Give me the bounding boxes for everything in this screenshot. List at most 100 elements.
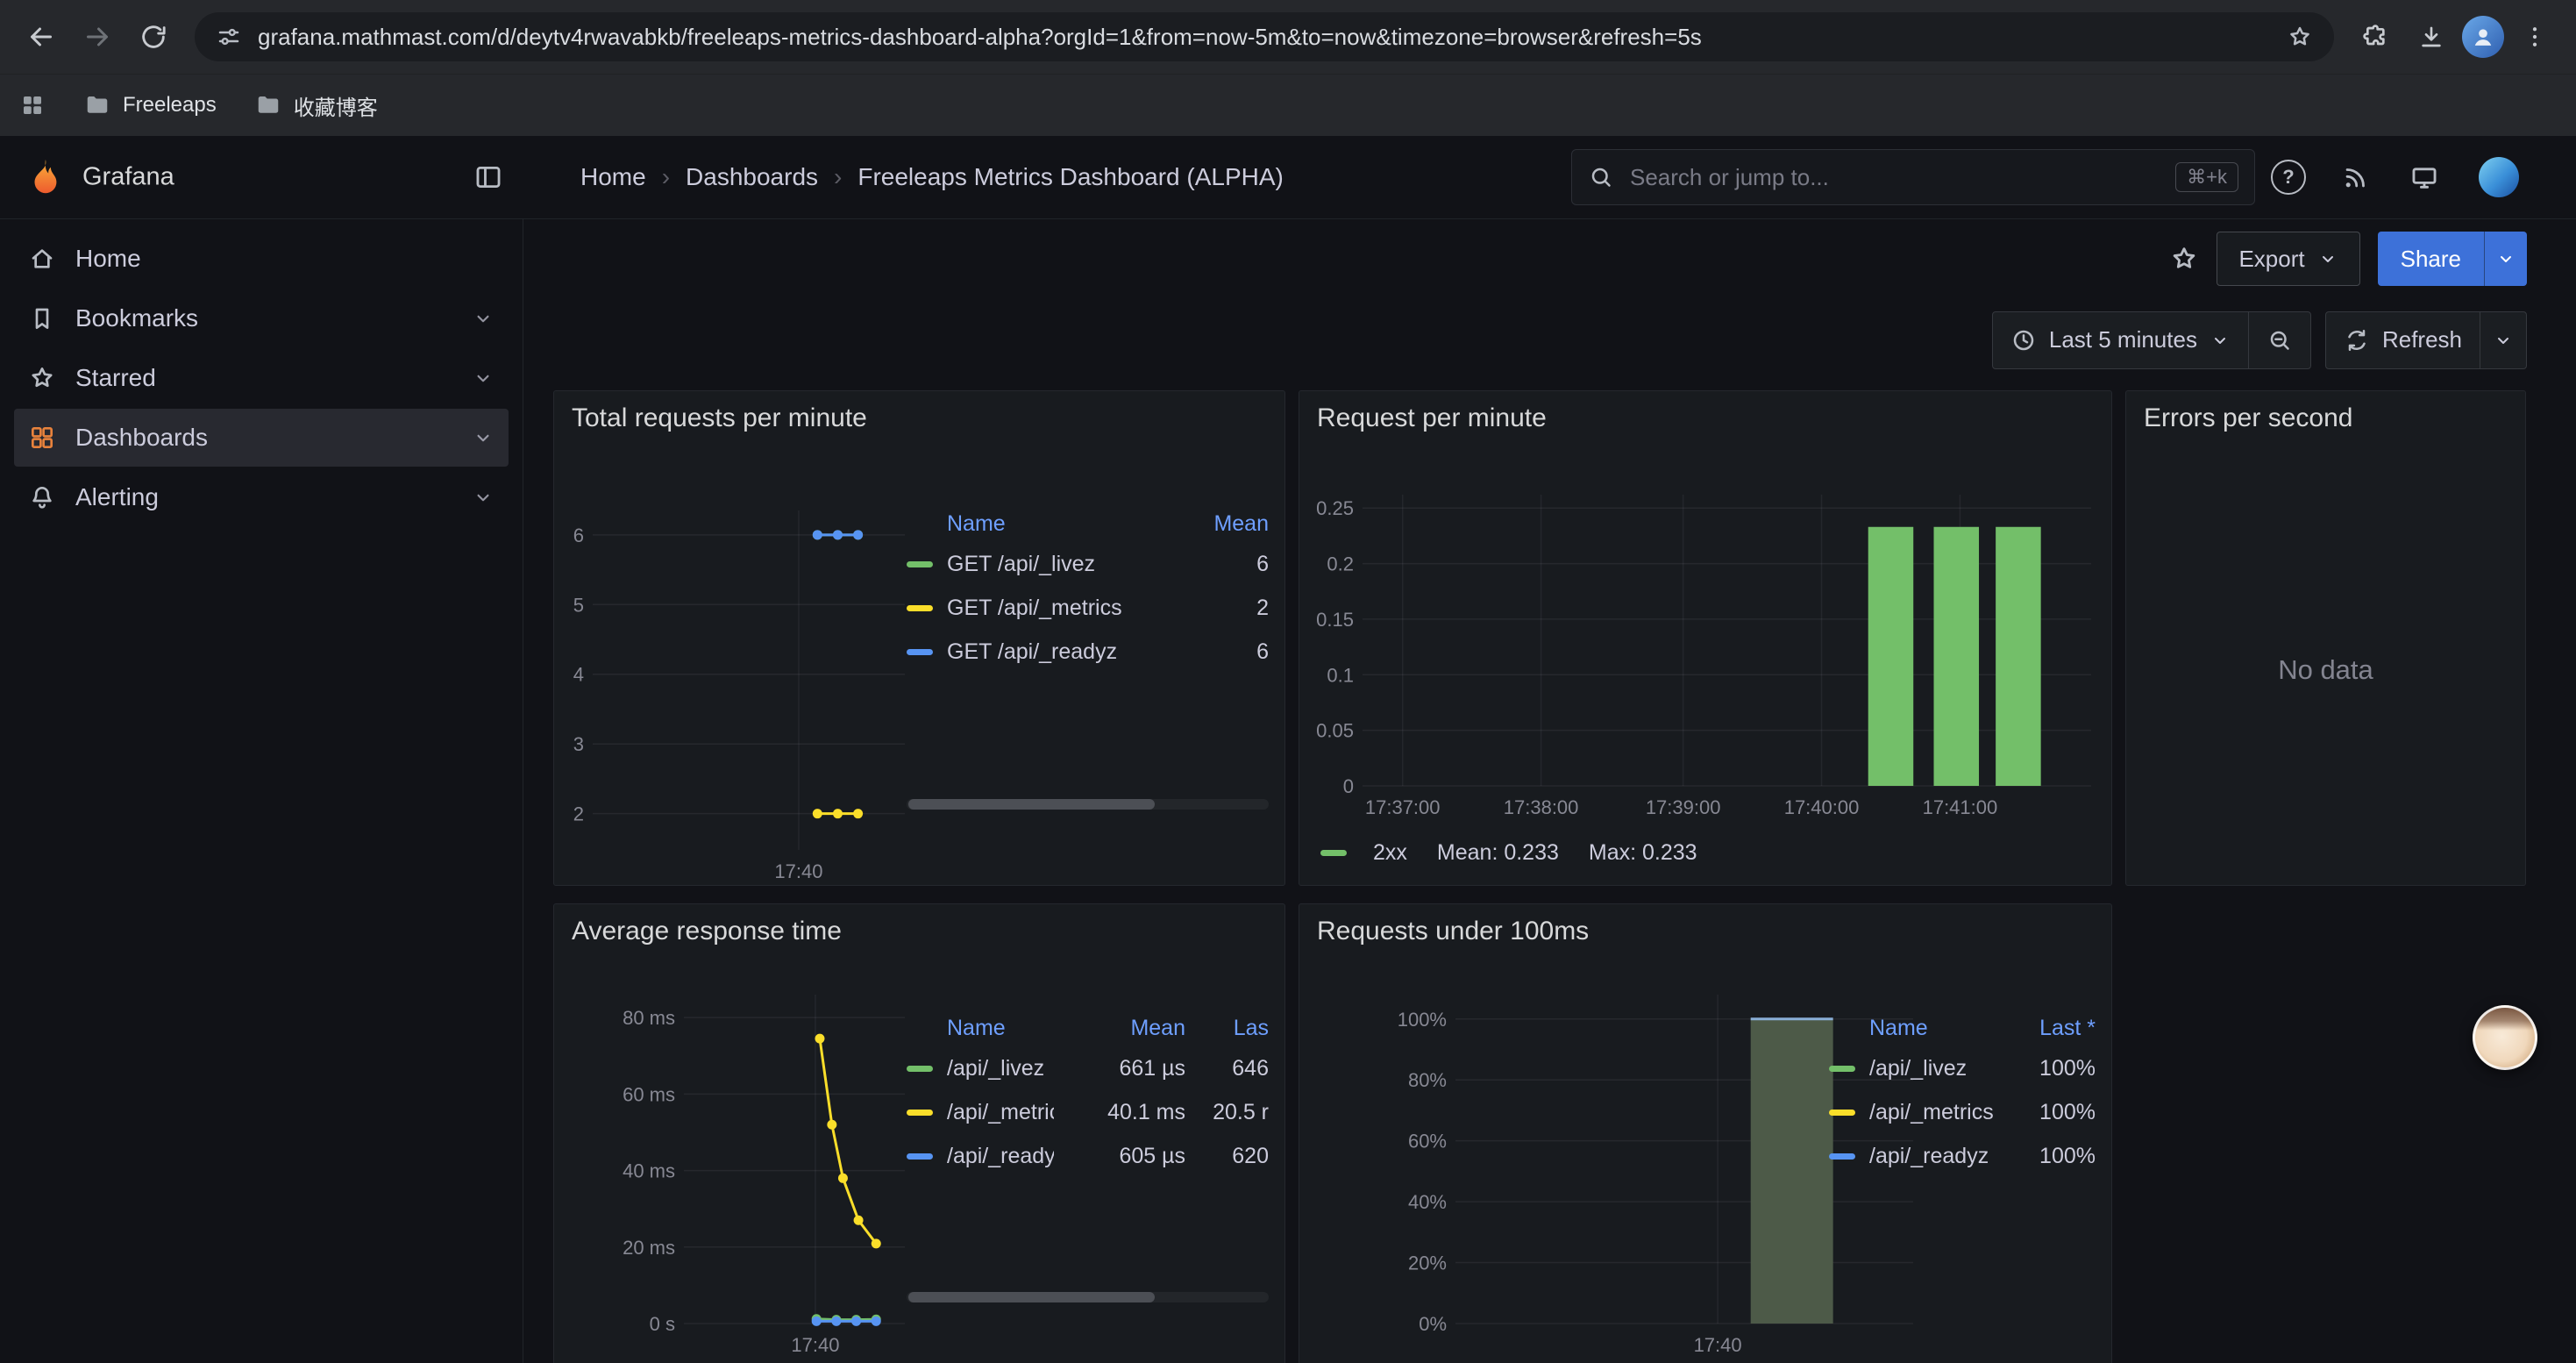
bookmark-label: Freeleaps xyxy=(123,93,217,118)
rss-icon[interactable] xyxy=(2341,162,2371,192)
site-info-icon[interactable] xyxy=(216,24,242,50)
legend-row[interactable]: GET /api/_metrics 2 xyxy=(907,586,1269,630)
sidebar-item-dashboards[interactable]: Dashboards xyxy=(14,409,509,467)
series-name: /api/_readyz xyxy=(947,1144,1054,1169)
panel-title[interactable]: Request per minute xyxy=(1317,403,1547,433)
svg-text:0.25: 0.25 xyxy=(1316,497,1354,519)
legend-table: Name Last * /api/_livez 100% /api/_metri… xyxy=(1829,1010,2096,1178)
series-name: /api/_metrics xyxy=(947,1100,1054,1125)
series-last: 620 xyxy=(1185,1144,1269,1169)
refresh-button[interactable]: Refresh xyxy=(2326,312,2480,368)
panel-title[interactable]: Total requests per minute xyxy=(572,403,867,433)
scrollbar-thumb[interactable] xyxy=(908,799,1155,810)
help-icon[interactable]: ? xyxy=(2271,160,2306,195)
panel-title[interactable]: Requests under 100ms xyxy=(1317,917,1589,946)
panel-request-per-minute: Request per minute 00.050.10.150.20.2517… xyxy=(1299,390,2112,886)
share-button-label[interactable]: Share xyxy=(2378,232,2484,286)
main-content: Export Share Last 5 mi xyxy=(523,219,2576,1363)
time-range-picker[interactable]: Last 5 minutes xyxy=(1993,312,2248,368)
scrollbar-thumb[interactable] xyxy=(908,1292,1155,1302)
legend-scrollbar[interactable] xyxy=(907,799,1269,810)
series-mean: 6 xyxy=(1163,552,1269,577)
bookmark-item-freeleaps[interactable]: Freeleaps xyxy=(84,92,217,118)
legend-row[interactable]: /api/_livez 100% xyxy=(1829,1046,2096,1090)
browser-menu-icon[interactable] xyxy=(2509,11,2560,62)
sidebar-item-home[interactable]: Home xyxy=(14,230,509,288)
folder-icon xyxy=(255,92,281,118)
grafana-brand[interactable]: Grafana xyxy=(82,163,174,192)
sidebar-item-bookmarks[interactable]: Bookmarks xyxy=(14,289,509,347)
total-requests-chart[interactable]: 2345617:40 xyxy=(561,503,912,886)
search-box[interactable]: ⌘+k xyxy=(1571,149,2255,205)
url-bar[interactable] xyxy=(195,12,2334,61)
sidebar-item-label: Dashboards xyxy=(75,424,208,452)
series-name: /api/_readyz xyxy=(1869,1144,1999,1169)
url-input[interactable] xyxy=(256,23,2273,52)
average-response-time-chart[interactable]: 0 s20 ms40 ms60 ms80 ms17:40 xyxy=(561,988,912,1363)
browser-profile-avatar[interactable] xyxy=(2462,16,2504,58)
legend-row[interactable]: /api/_livez 661 µs 646 xyxy=(907,1046,1269,1090)
chevron-down-icon[interactable] xyxy=(472,486,495,509)
requests-under-100ms-chart[interactable]: 0%20%40%60%80%100%17:40 xyxy=(1306,988,1920,1363)
legend-header-name[interactable]: Name xyxy=(947,1016,1054,1041)
chevron-down-icon[interactable] xyxy=(472,367,495,389)
refresh-interval-dropdown[interactable] xyxy=(2480,312,2526,368)
legend-scrollbar[interactable] xyxy=(907,1292,1269,1302)
legend-header-last[interactable]: Las xyxy=(1185,1016,1269,1041)
back-icon[interactable] xyxy=(16,11,67,62)
svg-text:17:38:00: 17:38:00 xyxy=(1504,796,1579,818)
series-name: GET /api/_metrics xyxy=(947,596,1163,621)
monitor-icon[interactable] xyxy=(2409,162,2439,192)
export-button-label: Export xyxy=(2238,246,2304,273)
legend-header-name[interactable]: Name xyxy=(947,511,1163,537)
downloads-icon[interactable] xyxy=(2406,11,2457,62)
legend-header-mean[interactable]: Mean xyxy=(1163,511,1269,537)
legend-row[interactable]: GET /api/_readyz 6 xyxy=(907,630,1269,674)
legend-row[interactable]: /api/_readyz 605 µs 620 xyxy=(907,1134,1269,1178)
search-input[interactable] xyxy=(1628,163,2161,192)
legend-row[interactable]: /api/_metrics 100% xyxy=(1829,1090,2096,1134)
assistant-avatar[interactable] xyxy=(2473,1005,2537,1070)
chevron-down-icon[interactable] xyxy=(472,426,495,449)
legend-row[interactable]: GET /api/_livez 6 xyxy=(907,542,1269,586)
svg-text:40%: 40% xyxy=(1408,1191,1447,1213)
share-button[interactable]: Share xyxy=(2378,232,2527,286)
refresh-icon xyxy=(2344,327,2370,353)
panel-title[interactable]: Errors per second xyxy=(2144,403,2352,433)
bookmark-page-star-icon[interactable] xyxy=(2287,24,2313,50)
zoom-out-button[interactable] xyxy=(2249,312,2310,368)
extensions-icon[interactable] xyxy=(2350,11,2401,62)
series-name: /api/_metrics xyxy=(1869,1100,1999,1125)
series-mean: 661 µs xyxy=(1054,1056,1185,1081)
series-swatch xyxy=(1320,850,1347,856)
grafana-user-avatar[interactable] xyxy=(2479,157,2519,197)
legend-table: Name Mean GET /api/_livez 6 GET /api/_me… xyxy=(907,505,1269,674)
chevron-down-icon[interactable] xyxy=(472,307,495,330)
bookmark-item-blog[interactable]: 收藏博客 xyxy=(255,90,378,121)
svg-text:0.2: 0.2 xyxy=(1327,553,1354,575)
legend-header-last[interactable]: Last * xyxy=(1999,1016,2096,1041)
forward-icon[interactable] xyxy=(72,11,123,62)
breadcrumb-home[interactable]: Home xyxy=(580,163,646,191)
sidebar-item-alerting[interactable]: Alerting xyxy=(14,468,509,526)
reload-icon[interactable] xyxy=(128,11,179,62)
favorite-star-icon[interactable] xyxy=(2169,244,2199,274)
bookmark-label: 收藏博客 xyxy=(294,90,378,121)
series-mean: 6 xyxy=(1163,639,1269,665)
panel-title[interactable]: Average response time xyxy=(572,917,842,946)
legend-row[interactable]: /api/_readyz 100% xyxy=(1829,1134,2096,1178)
sidebar-toggle-icon[interactable] xyxy=(473,162,503,192)
sidebar-item-starred[interactable]: Starred xyxy=(14,349,509,407)
series-swatch xyxy=(907,561,933,567)
series-name: GET /api/_readyz xyxy=(947,639,1163,665)
legend-header-mean[interactable]: Mean xyxy=(1054,1016,1185,1041)
breadcrumb-dashboards[interactable]: Dashboards xyxy=(686,163,818,191)
share-dropdown-icon[interactable] xyxy=(2484,232,2527,286)
request-per-minute-chart[interactable]: 00.050.10.150.20.2517:37:0017:38:0017:39… xyxy=(1306,488,2100,830)
legend-item[interactable]: 2xx xyxy=(1320,840,1407,866)
legend-row[interactable]: /api/_metrics 40.1 ms 20.5 r xyxy=(907,1090,1269,1134)
legend-header-name[interactable]: Name xyxy=(1869,1016,1999,1041)
export-button[interactable]: Export xyxy=(2217,232,2359,286)
apps-grid-icon[interactable] xyxy=(19,92,46,118)
grafana-logo[interactable] xyxy=(25,157,65,197)
